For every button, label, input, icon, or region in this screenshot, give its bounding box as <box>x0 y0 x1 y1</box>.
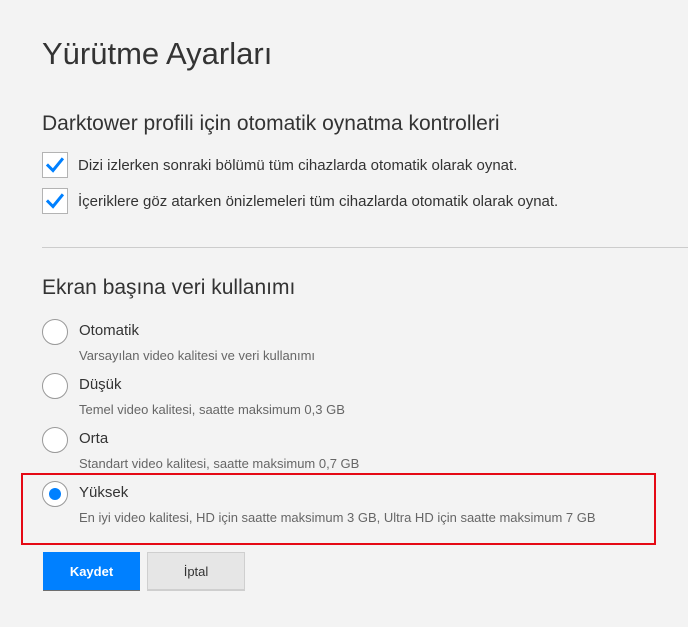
data-usage-radio-auto[interactable] <box>42 319 68 345</box>
data-usage-option-label: Yüksek <box>79 484 129 501</box>
data-usage-option-description: En iyi video kalitesi, HD için saatte ma… <box>79 510 596 525</box>
autoplay-section-title: Darktower profili için otomatik oynatma … <box>42 112 500 135</box>
data-usage-radio-medium[interactable] <box>42 427 68 453</box>
autoplay-previews-label: İçeriklere göz atarken önizlemeleri tüm … <box>78 192 559 210</box>
autoplay-next-episode-checkbox[interactable] <box>42 152 68 178</box>
data-usage-radio-low[interactable] <box>42 373 68 399</box>
autoplay-next-episode-option[interactable]: Dizi izlerken sonraki bölümü tüm cihazla… <box>42 151 517 179</box>
save-button[interactable]: Kaydet <box>43 552 140 590</box>
data-usage-option-description: Varsayılan video kalitesi ve veri kullan… <box>79 348 316 363</box>
radio-selected-dot <box>49 488 61 500</box>
data-usage-option-label: Düşük <box>79 376 122 393</box>
checkmark-icon <box>46 193 64 209</box>
section-divider <box>42 247 688 248</box>
data-usage-option-description: Temel video kalitesi, saatte maksimum 0,… <box>79 402 345 417</box>
autoplay-previews-checkbox[interactable] <box>42 188 68 214</box>
data-usage-option-description: Standart video kalitesi, saatte maksimum… <box>79 456 360 471</box>
checkmark-icon <box>46 157 64 173</box>
data-usage-option-label: Otomatik <box>79 322 140 339</box>
data-usage-radio-high[interactable] <box>42 481 68 507</box>
data-usage-option-label: Orta <box>79 430 109 447</box>
data-usage-section-title: Ekran başına veri kullanımı <box>42 276 296 299</box>
cancel-button[interactable]: İptal <box>147 552 245 590</box>
page-title: Yürütme Ayarları <box>42 36 273 71</box>
autoplay-previews-option[interactable]: İçeriklere göz atarken önizlemeleri tüm … <box>42 187 558 215</box>
autoplay-next-episode-label: Dizi izlerken sonraki bölümü tüm cihazla… <box>78 156 518 174</box>
